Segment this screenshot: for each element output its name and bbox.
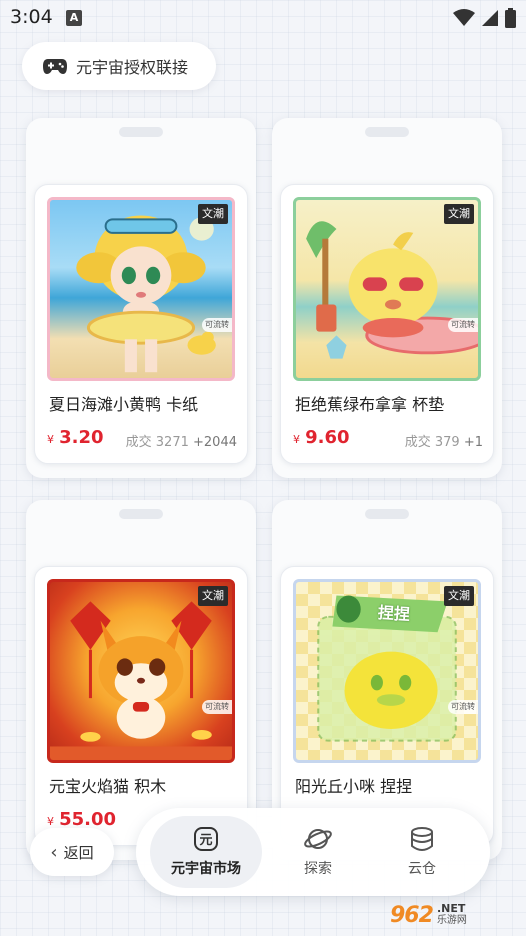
watermark-number: 962 [390,902,434,928]
product-title: 阳光丘小咪 捏捏 [295,777,413,796]
banana-illustration [306,221,478,359]
signal-icon [482,10,498,26]
site-watermark: 962 .NET 乐游网 [390,898,520,932]
beach-girl-illustration [76,215,216,373]
product-image[interactable]: 文潮 可流转 [293,197,481,381]
card-slot [365,509,409,519]
transferable-tag: 可流转 [448,318,478,332]
storage-icon [411,827,433,851]
back-label: 返回 [63,843,94,862]
sales-count: 成交 379 [404,435,460,450]
wenchao-tag: 文潮 [444,586,474,606]
status-bar: 3:04 A [0,0,526,36]
auth-label: 元宇宙授权联接 [76,58,189,77]
card-holder: 文潮 可流转 元宝火焰猫 积木 ¥ 55.00 [34,566,248,846]
sales-delta: +1 [463,435,483,450]
product-card[interactable]: 捏捏 文潮 可流转 阳光丘小咪 捏捏 [272,500,502,860]
product-card[interactable]: 文潮 可流转 夏日海滩小黄鸭 卡纸 ¥ 3.20 成交 3271 +2044 [26,118,256,478]
gamepad-icon [43,59,67,74]
sales-delta: +2044 [193,435,237,450]
product-price: ¥ 3.20 [47,427,104,448]
transferable-tag: 可流转 [202,700,232,714]
nienie-badge: 捏捏 [377,602,411,625]
card-slot [119,509,163,519]
tab-cloud-storage[interactable]: 云仓 [374,816,470,888]
product-price: ¥ 9.60 [293,427,350,448]
watermark-suffix: .NET [436,902,466,915]
price-value: 9.60 [305,427,350,448]
product-image[interactable]: 文潮 可流转 [47,197,235,381]
fire-cat-illustration [50,601,232,760]
product-price: ¥ 55.00 [47,809,116,830]
chevron-left-icon: ‹ [50,841,58,863]
notification-a-icon: A [66,10,82,26]
wenchao-tag: 文潮 [444,204,474,224]
tab-explore[interactable]: 探索 [270,816,366,888]
price-value: 55.00 [59,809,117,830]
card-slot [365,127,409,137]
tab-label: 探索 [304,861,332,877]
product-title: 元宝火焰猫 积木 [49,777,167,796]
transferable-tag: 可流转 [448,700,478,714]
product-image[interactable]: 文潮 可流转 [47,579,235,763]
sales-info: 成交 3271 +2044 [126,431,237,450]
bottom-nav: 元 元宇宙市场 探索 云仓 [136,808,490,896]
product-image[interactable]: 捏捏 文潮 可流转 [293,579,481,763]
planet-icon [304,829,332,849]
wenchao-tag: 文潮 [198,586,228,606]
status-time: 3:04 [10,6,53,28]
svg-text:元: 元 [199,833,212,848]
yuan-icon: 元 [194,827,218,851]
product-title: 夏日海滩小黄鸭 卡纸 [49,395,199,414]
product-card[interactable]: 文潮 可流转 元宝火焰猫 积木 ¥ 55.00 [26,500,256,860]
card-holder: 捏捏 文潮 可流转 阳光丘小咪 捏捏 [280,566,494,846]
price-value: 3.20 [59,427,104,448]
card-holder: 文潮 可流转 夏日海滩小黄鸭 卡纸 ¥ 3.20 成交 3271 +2044 [34,184,248,464]
card-slot [119,127,163,137]
metaverse-auth-button[interactable]: 元宇宙授权联接 [22,42,216,90]
status-icons [453,8,516,28]
watermark-cn: 乐游网 [436,915,467,926]
wifi-icon [453,9,475,26]
wenchao-tag: 文潮 [198,204,228,224]
back-button[interactable]: ‹ 返回 [30,828,114,876]
transferable-tag: 可流转 [202,318,232,332]
currency-symbol: ¥ [47,433,54,446]
product-card[interactable]: 文潮 可流转 拒绝蕉绿布拿拿 杯垫 ¥ 9.60 成交 379 +1 [272,118,502,478]
sales-info: 成交 379 +1 [405,431,483,450]
battery-icon [505,8,516,28]
currency-symbol: ¥ [293,433,300,446]
sales-count: 成交 3271 [125,435,189,450]
tab-label: 元宇宙市场 [171,861,241,877]
product-title: 拒绝蕉绿布拿拿 杯垫 [295,395,445,414]
tab-metaverse-market[interactable]: 元 元宇宙市场 [150,816,262,888]
tab-label: 云仓 [408,861,436,877]
currency-symbol: ¥ [47,815,54,828]
card-holder: 文潮 可流转 拒绝蕉绿布拿拿 杯垫 ¥ 9.60 成交 379 +1 [280,184,494,464]
